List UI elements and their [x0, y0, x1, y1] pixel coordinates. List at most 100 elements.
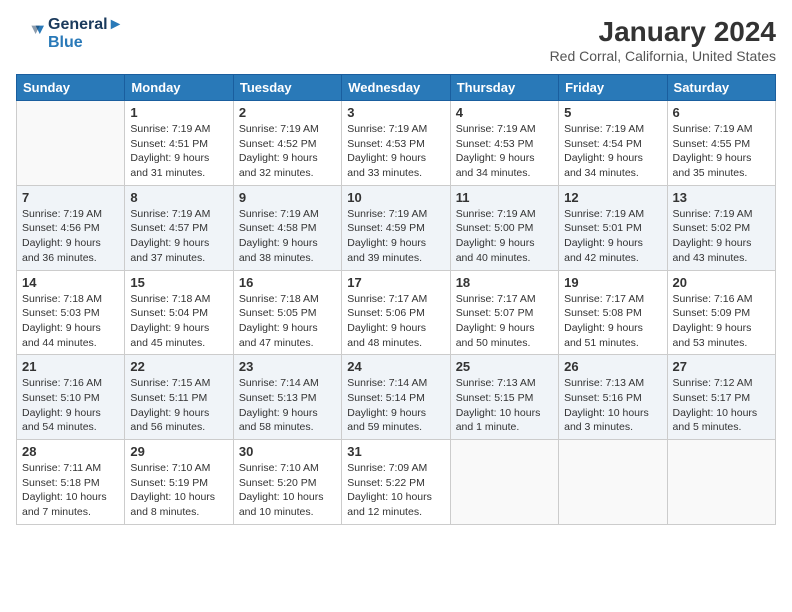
- day-info: Sunrise: 7:13 AM Sunset: 5:15 PM Dayligh…: [456, 376, 553, 435]
- calendar-cell: [559, 440, 667, 525]
- day-info: Sunrise: 7:15 AM Sunset: 5:11 PM Dayligh…: [130, 376, 227, 435]
- day-number: 23: [239, 359, 336, 374]
- day-number: 12: [564, 190, 661, 205]
- day-info: Sunrise: 7:18 AM Sunset: 5:03 PM Dayligh…: [22, 292, 119, 351]
- day-info: Sunrise: 7:14 AM Sunset: 5:13 PM Dayligh…: [239, 376, 336, 435]
- day-number: 14: [22, 275, 119, 290]
- calendar-cell: 29 Sunrise: 7:10 AM Sunset: 5:19 PM Dayli…: [125, 440, 233, 525]
- calendar-cell: 3 Sunrise: 7:19 AM Sunset: 4:53 PM Daylig…: [342, 101, 450, 186]
- calendar-cell: [667, 440, 775, 525]
- calendar-cell: 6 Sunrise: 7:19 AM Sunset: 4:55 PM Daylig…: [667, 101, 775, 186]
- day-number: 29: [130, 444, 227, 459]
- day-number: 4: [456, 105, 553, 120]
- location: Red Corral, California, United States: [550, 48, 776, 64]
- day-info: Sunrise: 7:13 AM Sunset: 5:16 PM Dayligh…: [564, 376, 661, 435]
- day-number: 31: [347, 444, 444, 459]
- day-info: Sunrise: 7:10 AM Sunset: 5:20 PM Dayligh…: [239, 461, 336, 520]
- day-info: Sunrise: 7:11 AM Sunset: 5:18 PM Dayligh…: [22, 461, 119, 520]
- logo: General► Blue: [16, 16, 123, 52]
- calendar-cell: 16 Sunrise: 7:18 AM Sunset: 5:05 PM Dayli…: [233, 270, 341, 355]
- day-info: Sunrise: 7:19 AM Sunset: 4:51 PM Dayligh…: [130, 122, 227, 181]
- day-number: 8: [130, 190, 227, 205]
- day-info: Sunrise: 7:10 AM Sunset: 5:19 PM Dayligh…: [130, 461, 227, 520]
- calendar-cell: 9Sunrise: 7:19 AM Sunset: 4:58 PM Daylig…: [233, 185, 341, 270]
- day-number: 5: [564, 105, 661, 120]
- calendar-cell: 19Sunrise: 7:17 AM Sunset: 5:08 PM Dayli…: [559, 270, 667, 355]
- day-number: 20: [673, 275, 770, 290]
- calendar-table: SundayMondayTuesdayWednesdayThursdayFrid…: [16, 74, 776, 525]
- day-info: Sunrise: 7:19 AM Sunset: 4:56 PM Dayligh…: [22, 207, 119, 266]
- day-number: 26: [564, 359, 661, 374]
- day-info: Sunrise: 7:14 AM Sunset: 5:14 PM Dayligh…: [347, 376, 444, 435]
- day-info: Sunrise: 7:16 AM Sunset: 5:10 PM Dayligh…: [22, 376, 119, 435]
- calendar-week-row: 14 Sunrise: 7:18 AM Sunset: 5:03 PM Dayli…: [17, 270, 776, 355]
- day-info: Sunrise: 7:18 AM Sunset: 5:04 PM Dayligh…: [130, 292, 227, 351]
- calendar-cell: 20Sunrise: 7:16 AM Sunset: 5:09 PM Dayli…: [667, 270, 775, 355]
- day-of-week-header: Monday: [125, 75, 233, 101]
- day-number: 21: [22, 359, 119, 374]
- calendar-cell: 12 Sunrise: 7:19 AM Sunset: 5:01 PM Dayli…: [559, 185, 667, 270]
- calendar-week-row: 28 Sunrise: 7:11 AM Sunset: 5:18 PM Dayli…: [17, 440, 776, 525]
- day-info: Sunrise: 7:19 AM Sunset: 4:53 PM Dayligh…: [347, 122, 444, 181]
- calendar-cell: 23 Sunrise: 7:14 AM Sunset: 5:13 PM Dayli…: [233, 355, 341, 440]
- logo-text: General► Blue: [48, 16, 123, 52]
- day-info: Sunrise: 7:17 AM Sunset: 5:08 PM Dayligh…: [564, 292, 661, 351]
- day-number: 27: [673, 359, 770, 374]
- day-number: 6: [673, 105, 770, 120]
- day-number: 11: [456, 190, 553, 205]
- day-info: Sunrise: 7:17 AM Sunset: 5:07 PM Dayligh…: [456, 292, 553, 351]
- calendar-header-row: SundayMondayTuesdayWednesdayThursdayFrid…: [17, 75, 776, 101]
- logo-icon: [16, 20, 44, 48]
- day-info: Sunrise: 7:19 AM Sunset: 5:02 PM Dayligh…: [673, 207, 770, 266]
- day-number: 25: [456, 359, 553, 374]
- calendar-week-row: 7 Sunrise: 7:19 AM Sunset: 4:56 PM Daylig…: [17, 185, 776, 270]
- calendar-cell: [17, 101, 125, 186]
- day-info: Sunrise: 7:19 AM Sunset: 4:53 PM Dayligh…: [456, 122, 553, 181]
- page-header: General► Blue January 2024 Red Corral, C…: [16, 16, 776, 64]
- calendar-cell: 26 Sunrise: 7:13 AM Sunset: 5:16 PM Dayli…: [559, 355, 667, 440]
- calendar-cell: 10 Sunrise: 7:19 AM Sunset: 4:59 PM Dayli…: [342, 185, 450, 270]
- day-number: 7: [22, 190, 119, 205]
- title-section: January 2024 Red Corral, California, Uni…: [550, 16, 776, 64]
- day-number: 15: [130, 275, 227, 290]
- day-info: Sunrise: 7:19 AM Sunset: 4:52 PM Dayligh…: [239, 122, 336, 181]
- day-info: Sunrise: 7:18 AM Sunset: 5:05 PM Dayligh…: [239, 292, 336, 351]
- calendar-cell: 24Sunrise: 7:14 AM Sunset: 5:14 PM Dayli…: [342, 355, 450, 440]
- calendar-cell: 8Sunrise: 7:19 AM Sunset: 4:57 PM Daylig…: [125, 185, 233, 270]
- calendar-cell: 14 Sunrise: 7:18 AM Sunset: 5:03 PM Dayli…: [17, 270, 125, 355]
- day-info: Sunrise: 7:09 AM Sunset: 5:22 PM Dayligh…: [347, 461, 444, 520]
- day-of-week-header: Friday: [559, 75, 667, 101]
- day-number: 17: [347, 275, 444, 290]
- day-number: 28: [22, 444, 119, 459]
- day-number: 9: [239, 190, 336, 205]
- calendar-cell: 21 Sunrise: 7:16 AM Sunset: 5:10 PM Dayli…: [17, 355, 125, 440]
- calendar-cell: [450, 440, 558, 525]
- calendar-cell: 27 Sunrise: 7:12 AM Sunset: 5:17 PM Dayli…: [667, 355, 775, 440]
- day-of-week-header: Wednesday: [342, 75, 450, 101]
- calendar-cell: 28 Sunrise: 7:11 AM Sunset: 5:18 PM Dayli…: [17, 440, 125, 525]
- calendar-cell: 2Sunrise: 7:19 AM Sunset: 4:52 PM Daylig…: [233, 101, 341, 186]
- day-info: Sunrise: 7:19 AM Sunset: 5:01 PM Dayligh…: [564, 207, 661, 266]
- day-info: Sunrise: 7:12 AM Sunset: 5:17 PM Dayligh…: [673, 376, 770, 435]
- day-number: 10: [347, 190, 444, 205]
- day-number: 3: [347, 105, 444, 120]
- calendar-cell: 11Sunrise: 7:19 AM Sunset: 5:00 PM Dayli…: [450, 185, 558, 270]
- calendar-cell: 13Sunrise: 7:19 AM Sunset: 5:02 PM Dayli…: [667, 185, 775, 270]
- calendar-cell: 5Sunrise: 7:19 AM Sunset: 4:54 PM Daylig…: [559, 101, 667, 186]
- calendar-cell: 1 Sunrise: 7:19 AM Sunset: 4:51 PM Daylig…: [125, 101, 233, 186]
- day-number: 18: [456, 275, 553, 290]
- calendar-cell: 15 Sunrise: 7:18 AM Sunset: 5:04 PM Dayli…: [125, 270, 233, 355]
- calendar-cell: 31 Sunrise: 7:09 AM Sunset: 5:22 PM Dayli…: [342, 440, 450, 525]
- day-number: 1: [130, 105, 227, 120]
- calendar-cell: 18 Sunrise: 7:17 AM Sunset: 5:07 PM Dayli…: [450, 270, 558, 355]
- calendar-cell: 4 Sunrise: 7:19 AM Sunset: 4:53 PM Daylig…: [450, 101, 558, 186]
- day-of-week-header: Sunday: [17, 75, 125, 101]
- day-info: Sunrise: 7:19 AM Sunset: 4:59 PM Dayligh…: [347, 207, 444, 266]
- calendar-cell: 30Sunrise: 7:10 AM Sunset: 5:20 PM Dayli…: [233, 440, 341, 525]
- calendar-cell: 25 Sunrise: 7:13 AM Sunset: 5:15 PM Dayli…: [450, 355, 558, 440]
- calendar-week-row: 1 Sunrise: 7:19 AM Sunset: 4:51 PM Daylig…: [17, 101, 776, 186]
- day-info: Sunrise: 7:19 AM Sunset: 4:55 PM Dayligh…: [673, 122, 770, 181]
- calendar-cell: 22Sunrise: 7:15 AM Sunset: 5:11 PM Dayli…: [125, 355, 233, 440]
- day-of-week-header: Saturday: [667, 75, 775, 101]
- day-number: 16: [239, 275, 336, 290]
